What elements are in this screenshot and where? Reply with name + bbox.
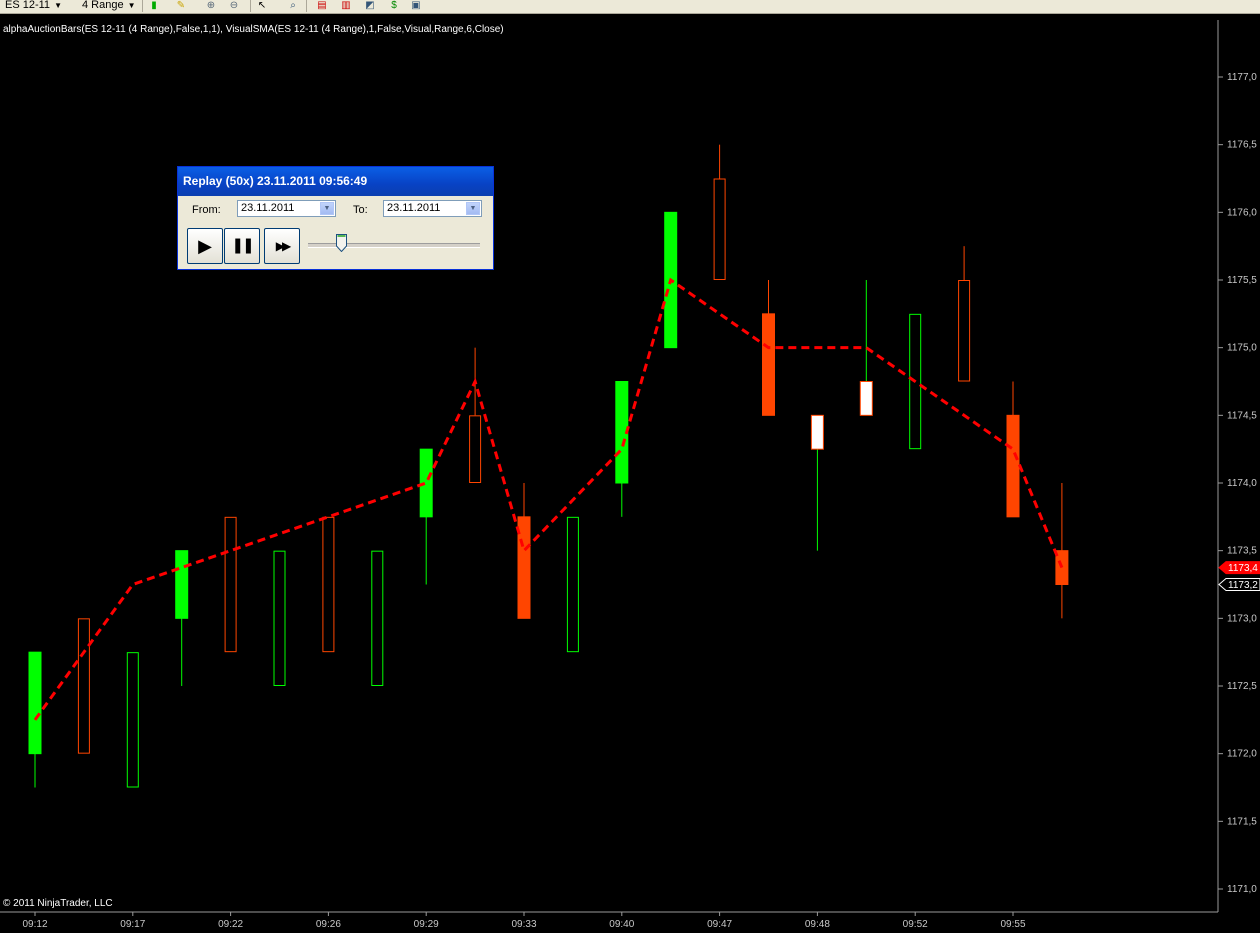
y-tick-label: 1172,0: [1227, 749, 1257, 760]
price-tag-text: 1173,4: [1228, 563, 1258, 574]
pause-icon: ❚❚: [231, 237, 254, 254]
x-tick-label: 09:33: [511, 919, 536, 930]
y-tick-label: 1175,5: [1227, 275, 1257, 286]
bar-body: [322, 516, 335, 653]
x-tick-label: 09:29: [414, 919, 439, 930]
bar-body: [469, 415, 482, 484]
bar-body: [224, 516, 237, 653]
to-date-value: 23.11.2011: [387, 202, 441, 214]
replay-window: Replay (50x) 23.11.2011 09:56:49 From: 2…: [177, 166, 494, 270]
from-date-value: 23.11.2011: [241, 202, 295, 214]
y-axis: 1171,0 1171,5 1172,0 1172,5 1173,0 1173,5 1174…: [0, 20, 1257, 913]
y-tick-label: 1177,0: [1227, 72, 1257, 83]
from-label: From:: [192, 204, 221, 216]
copyright-text: © 2011 NinjaTrader, LLC: [3, 898, 113, 909]
to-label: To:: [353, 204, 368, 216]
price-tag-text: 1173,2: [1228, 580, 1258, 591]
y-tick-label: 1176,5: [1227, 140, 1257, 151]
last-price-tag: 1173,4: [1218, 561, 1260, 574]
x-tick-label: 09:52: [903, 919, 928, 930]
fast-forward-button[interactable]: ▶▶: [264, 228, 300, 264]
bar-body: [810, 414, 824, 450]
y-tick-label: 1172,5: [1227, 681, 1257, 692]
x-tick-label: 09:17: [120, 919, 145, 930]
x-tick-label: 09:40: [609, 919, 634, 930]
bar-body: [28, 651, 42, 755]
y-tick-label: 1173,0: [1227, 613, 1257, 624]
bar-body: [77, 618, 90, 754]
y-tick-label: 1173,5: [1227, 546, 1257, 557]
x-tick-label: 09:22: [218, 919, 243, 930]
sma-line: [33, 277, 1064, 721]
from-date-picker[interactable]: 23.11.2011 ▼: [237, 200, 336, 217]
bar-body: [175, 550, 189, 619]
bar-body: [762, 313, 775, 416]
y-tick-label: 1174,0: [1227, 478, 1257, 489]
sma-polyline: [33, 277, 1064, 721]
y-tick-label: 1174,5: [1227, 410, 1257, 421]
bar-body: [273, 550, 286, 687]
bar-body: [958, 280, 971, 382]
chevron-down-icon[interactable]: ▼: [320, 202, 334, 215]
x-tick-label: 09:26: [316, 919, 341, 930]
bar-body: [371, 550, 384, 687]
chevron-down-icon[interactable]: ▼: [466, 202, 480, 215]
price-chart[interactable]: 1171,0 1171,5 1172,0 1172,5 1173,0 1173,5 1174…: [0, 0, 1260, 933]
play-icon: ▶: [198, 236, 212, 256]
speed-slider-track[interactable]: [308, 243, 480, 248]
speed-slider-thumb[interactable]: [336, 234, 347, 252]
y-tick-label: 1175,0: [1227, 343, 1257, 354]
pause-button[interactable]: ❚❚: [224, 228, 260, 264]
bar-body: [1006, 414, 1020, 518]
x-axis: 09:12 09:17 09:22 09:26 09:29 09:33 09:40 09:47…: [22, 912, 1026, 930]
bar-body: [566, 516, 579, 653]
fast-forward-icon: ▶▶: [275, 239, 292, 253]
last-price-labels: 1173,4 1173,2: [1218, 561, 1260, 591]
x-tick-label: 09:55: [1000, 919, 1025, 930]
to-date-picker[interactable]: 23.11.2011 ▼: [383, 200, 482, 217]
y-tick-label: 1171,5: [1227, 816, 1257, 827]
x-tick-label: 09:47: [707, 919, 732, 930]
bar-body: [859, 381, 873, 416]
x-tick-label: 09:12: [22, 919, 47, 930]
last-price-tag: 1173,2: [1218, 578, 1260, 591]
play-button[interactable]: ▶: [187, 228, 223, 264]
y-tick-label: 1171,0: [1227, 884, 1257, 895]
y-tick-label: 1176,0: [1227, 207, 1257, 218]
bar-body: [126, 652, 139, 788]
replay-title[interactable]: Replay (50x) 23.11.2011 09:56:49: [178, 167, 493, 196]
bar-body: [713, 178, 726, 280]
x-tick-label: 09:48: [805, 919, 830, 930]
